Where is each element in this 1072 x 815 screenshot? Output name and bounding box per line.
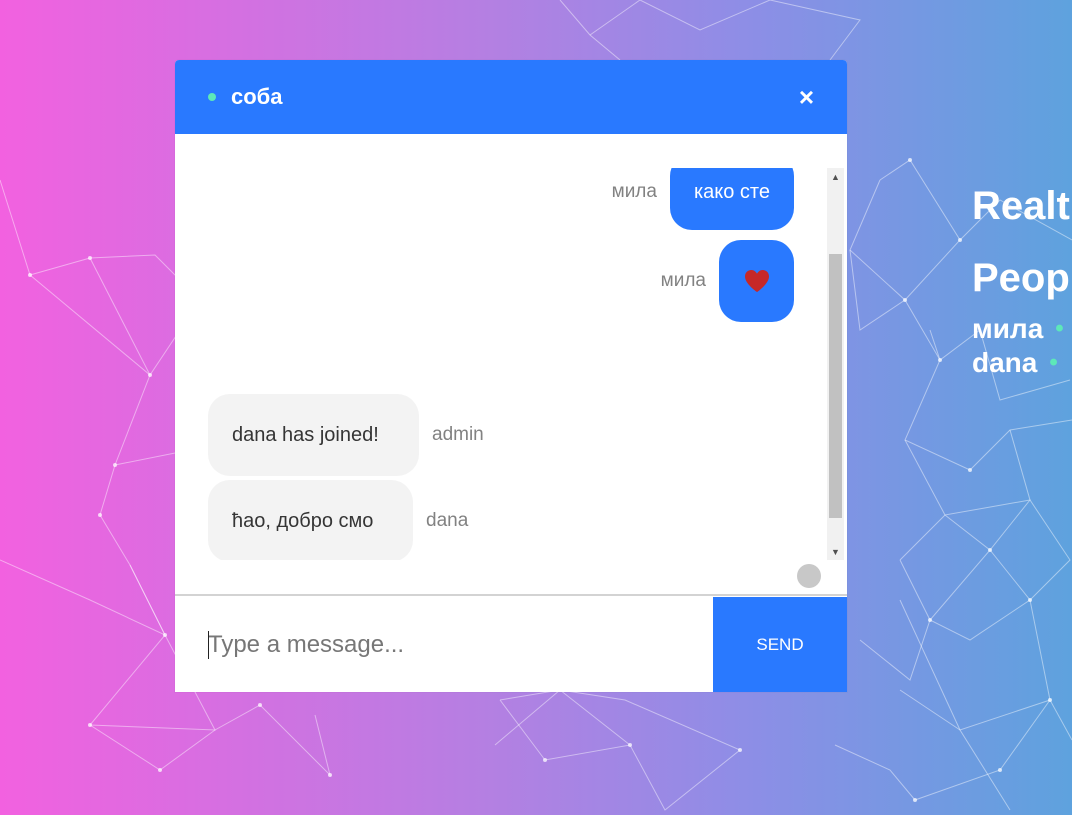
message-row: мила: [661, 240, 794, 322]
chat-header: соба ×: [175, 60, 847, 134]
message-list[interactable]: мила како сте мила dana has joined! admi…: [175, 168, 827, 560]
message-bubble: dana has joined!: [208, 394, 419, 476]
people-heading: Peop: [972, 256, 1070, 300]
message-bubble: [719, 240, 794, 322]
message-bubble: како сте: [669, 168, 794, 230]
message-text: dana has joined!: [232, 423, 379, 446]
close-button[interactable]: ×: [799, 84, 814, 110]
scroll-up-arrow-icon[interactable]: ▲: [827, 168, 844, 185]
heart-icon: [744, 270, 769, 292]
message-bubble: ћао, добро смо: [208, 480, 413, 560]
scroll-down-arrow-icon[interactable]: ▼: [827, 543, 844, 560]
online-status-icon: [208, 93, 216, 101]
message-row: ћао, добро смо dana: [208, 480, 468, 560]
room-sidebar: Realt Peop мила • dana •: [972, 182, 1070, 380]
user-name: dana: [972, 347, 1038, 378]
text-caret: [208, 631, 209, 659]
online-dot-icon: •: [1049, 349, 1058, 376]
message-scrollbar[interactable]: ▲ ▼: [827, 168, 844, 560]
composer: [175, 597, 713, 692]
message-sender: мила: [660, 270, 706, 291]
chat-window: соба × мила како сте мила dana has joine…: [175, 60, 847, 692]
user-list-item: dana •: [972, 346, 1070, 380]
scrollbar-thumb[interactable]: [829, 254, 842, 518]
message-row: dana has joined! admin: [208, 394, 484, 476]
message-sender: мила: [611, 181, 657, 202]
user-name: мила: [972, 313, 1044, 344]
message-sender: dana: [426, 510, 469, 531]
circle-indicator-icon: [797, 564, 821, 588]
send-button[interactable]: send: [713, 597, 847, 692]
user-list-item: мила •: [972, 312, 1070, 346]
composer-divider: [175, 594, 847, 596]
sidebar-heading: Realt: [972, 184, 1070, 228]
message-text: како сте: [693, 180, 770, 203]
message-sender: admin: [432, 424, 484, 445]
online-dot-icon: •: [1055, 315, 1064, 342]
message-row: мила како сте: [612, 168, 794, 230]
message-text: ћао, добро смо: [232, 509, 374, 532]
message-input[interactable]: [175, 597, 713, 692]
room-name: соба: [231, 84, 283, 109]
